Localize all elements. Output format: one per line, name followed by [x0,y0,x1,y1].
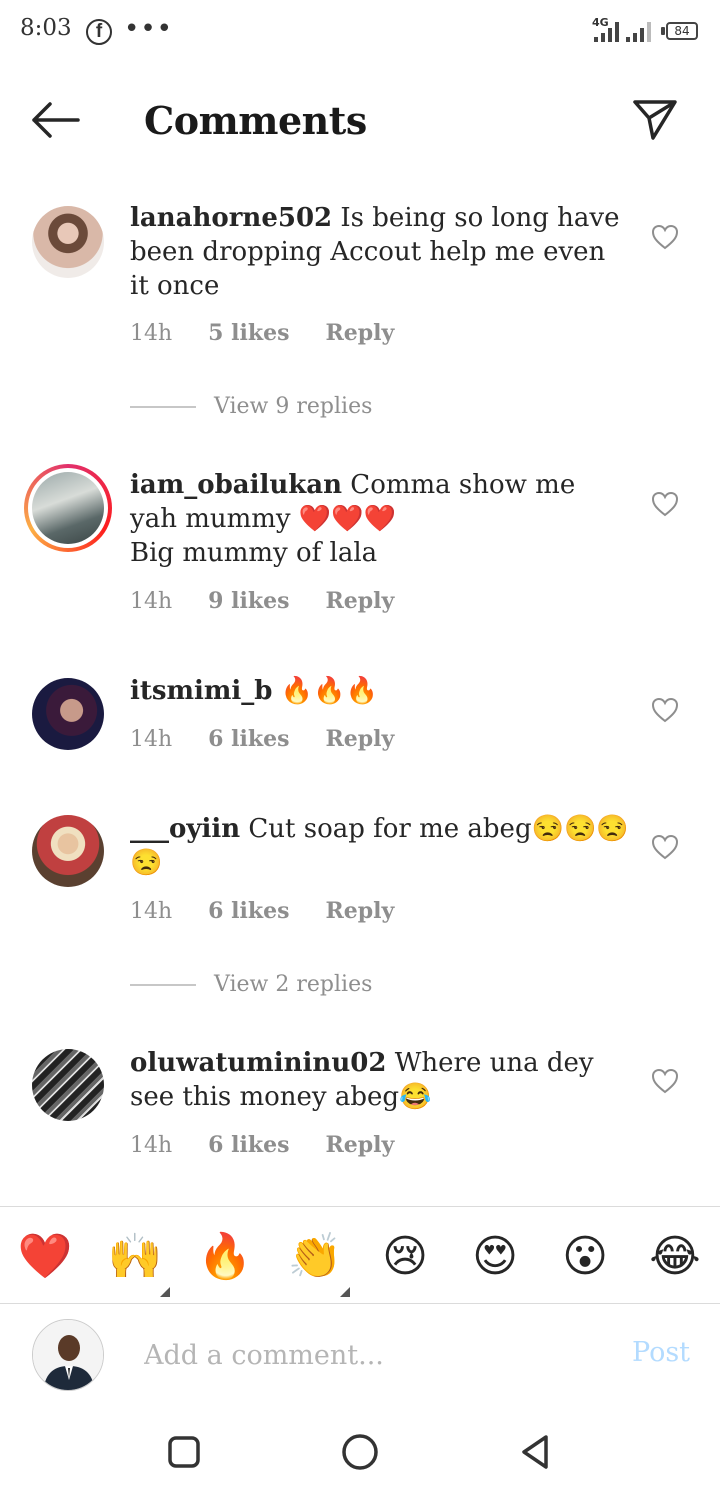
comment-body: oluwatumininu02 Where una dey see this m… [130,1046,630,1114]
reply-button[interactable]: Reply [325,320,394,346]
system-nav-bar [0,1406,720,1500]
comment-likes[interactable]: 9 likes [208,588,289,614]
comment-username[interactable]: iam_obailukan [130,470,342,500]
avatar[interactable] [32,678,104,750]
comment-time: 14h [130,321,173,346]
like-heart-icon[interactable] [650,489,680,519]
reply-button[interactable]: Reply [325,726,394,752]
like-heart-icon[interactable] [650,695,680,725]
back-arrow-icon[interactable] [30,100,82,140]
comment-meta: 14h 5 likes Reply [130,320,430,346]
view-replies-button[interactable]: View 2 replies [130,972,372,997]
emoji-clap-button[interactable]: 👏 [287,1229,343,1285]
comment-body: iam_obailukan Comma show me yah mummy ❤️… [130,468,630,570]
battery-tip [661,27,665,35]
comment-time: 14h [130,1133,173,1158]
skin-tone-indicator [160,1287,170,1297]
divider-line [130,406,196,408]
avatar[interactable] [32,815,104,887]
my-avatar [32,1319,104,1391]
comment-username[interactable]: itsmimi_b [130,676,272,706]
view-replies-button[interactable]: View 9 replies [130,394,372,419]
like-heart-icon[interactable] [650,1066,680,1096]
comment-username[interactable]: lanahorne502 [130,203,332,233]
emoji-laughing-button[interactable]: 😂 [647,1229,703,1285]
comment-meta: 14h 6 likes Reply [130,898,430,924]
emoji-heart-eyes-button[interactable]: 😍 [467,1229,523,1285]
divider-line [130,984,196,986]
status-time: 8:03 [20,15,72,41]
back-triangle-icon[interactable] [516,1432,556,1472]
reply-button[interactable]: Reply [325,588,394,614]
reply-button[interactable]: Reply [325,898,394,924]
comment-input[interactable] [144,1333,604,1377]
story-avatar[interactable] [24,464,112,552]
comment-time: 14h [130,589,173,614]
emoji-crying-button[interactable]: 😢 [377,1229,433,1285]
quick-emoji-bar: ❤️ 🙌 🔥 👏 😢 😍 😮 😂 [0,1206,720,1304]
battery-icon: 84 [666,22,698,40]
send-direct-icon[interactable] [630,96,680,144]
signal-strength-icon [594,22,622,42]
status-bar: 8:03 f ••• 4G 84 [0,0,720,64]
avatar[interactable] [32,206,104,278]
comment-meta: 14h 6 likes Reply [130,1132,430,1158]
comment-username[interactable]: ___oyiin [130,814,240,844]
emoji-fire-button[interactable]: 🔥 [197,1229,253,1285]
comment-likes[interactable]: 6 likes [208,726,289,752]
emoji-surprised-button[interactable]: 😮 [557,1229,613,1285]
post-button[interactable]: Post [632,1337,690,1368]
comment-body: itsmimi_b 🔥🔥🔥 [130,674,630,708]
comment-text: 🔥🔥🔥 [280,676,378,706]
skin-tone-indicator [340,1287,350,1297]
comment-username[interactable]: oluwatumininu02 [130,1048,386,1078]
comment-meta: 14h 6 likes Reply [130,726,430,752]
comment-likes[interactable]: 6 likes [208,898,289,924]
emoji-raised-hands-button[interactable]: 🙌 [107,1229,163,1285]
view-replies-label: View 2 replies [214,972,373,997]
page-title: Comments [144,98,367,143]
reply-button[interactable]: Reply [325,1132,394,1158]
comment-composer: Post [0,1305,720,1405]
comment-likes[interactable]: 5 likes [208,320,289,346]
view-replies-label: View 9 replies [214,394,373,419]
comment-body: lanahorne502 Is being so long have been … [130,201,630,303]
like-heart-icon[interactable] [650,222,680,252]
comment-body: ___oyiin Cut soap for me abeg😒😒😒😒 [130,812,630,880]
avatar[interactable] [32,1049,104,1121]
facebook-notification-icon: f [86,19,112,45]
emoji-heart-button[interactable]: ❤️ [17,1229,73,1285]
signal-strength-2-icon [626,22,654,42]
comment-likes[interactable]: 6 likes [208,1132,289,1158]
recent-apps-icon[interactable] [164,1432,204,1472]
comment-time: 14h [130,899,173,924]
comment-text-line-2: Big mummy of lala [130,538,378,568]
my-avatar-image [33,1320,103,1390]
comment-meta: 14h 9 likes Reply [130,588,430,614]
more-notifications-icon: ••• [124,14,174,44]
comment-time: 14h [130,727,173,752]
header: Comments [0,82,720,162]
like-heart-icon[interactable] [650,832,680,862]
home-icon[interactable] [340,1432,380,1472]
